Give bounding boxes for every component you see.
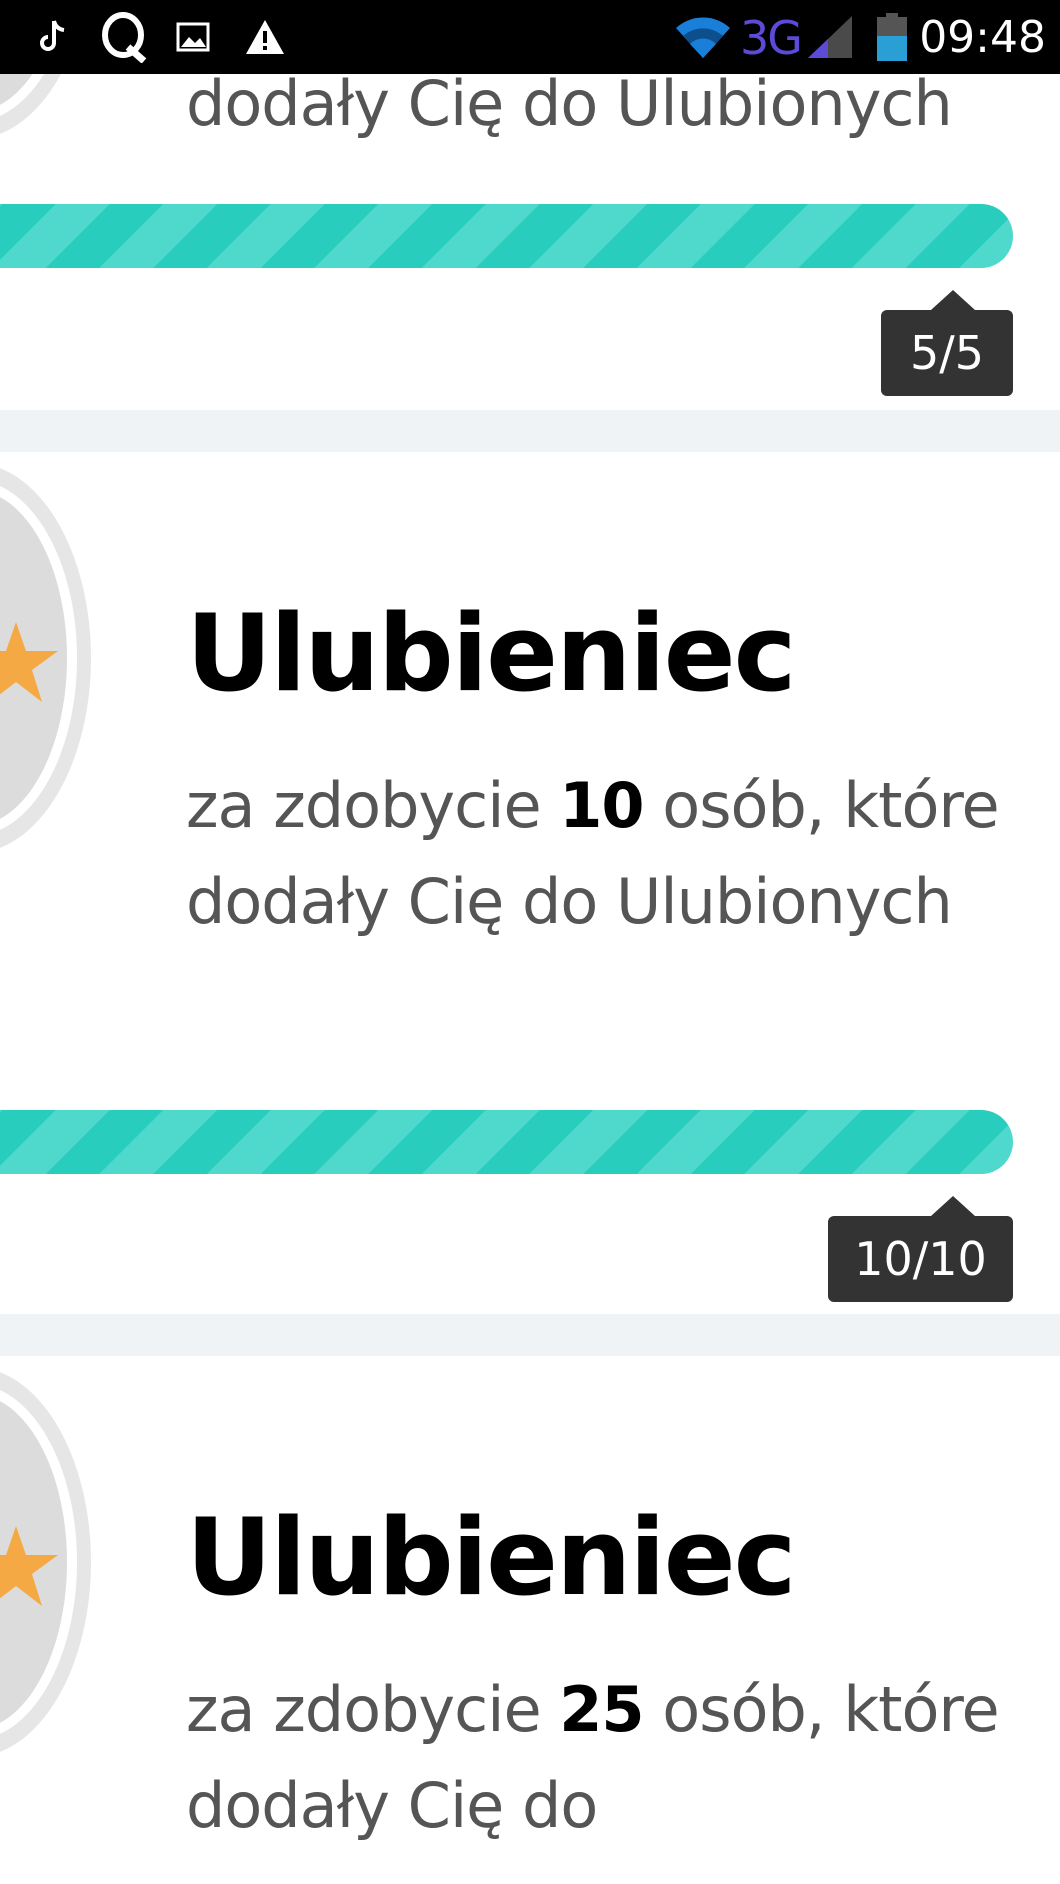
achievement-title: Ulubieniec <box>186 592 796 715</box>
progress-label: 5/5 <box>909 326 985 380</box>
progress-fill <box>0 204 1013 268</box>
achievement-description: za zdobycie 25 osób, które dodały Cię do <box>186 1662 1046 1854</box>
warning-icon <box>244 0 286 74</box>
battery-icon <box>876 0 908 74</box>
q-icon <box>100 0 148 74</box>
achievement-description: dodały Cię do Ulubionych <box>186 74 1046 152</box>
description-prefix: za zdobycie <box>186 769 560 842</box>
wifi-icon <box>674 0 732 74</box>
description-count: 25 <box>559 1673 644 1746</box>
description-count: 10 <box>559 769 644 842</box>
image-icon <box>176 0 210 74</box>
achievement-card: Ulubieniec za zdobycie 10 osób, które do… <box>0 452 1060 1314</box>
star-icon <box>0 1524 60 1612</box>
achievement-title: Ulubieniec <box>186 1496 796 1619</box>
progress-bar <box>0 1110 1013 1174</box>
progress-bar <box>0 204 1013 268</box>
tiktok-icon <box>36 0 70 74</box>
section-divider <box>0 1314 1060 1356</box>
progress-label: 10/10 <box>854 1232 987 1286</box>
signal-icon <box>806 0 854 74</box>
status-bar: 3G 09:48 <box>0 0 1060 74</box>
description-prefix: za zdobycie <box>186 1673 560 1746</box>
description-text: dodały Cię do Ulubionych <box>186 74 953 140</box>
achievement-badge <box>0 74 96 144</box>
clock: 09:48 <box>919 12 1046 63</box>
star-icon <box>0 620 60 708</box>
progress-fill <box>0 1110 1013 1174</box>
progress-tooltip: 5/5 <box>881 290 1013 396</box>
section-divider <box>0 410 1060 452</box>
progress-tooltip: 10/10 <box>828 1196 1013 1302</box>
achievements-page: dodały Cię do Ulubionych 5/5 Ulubieniec … <box>0 74 1060 1884</box>
achievement-card: Ulubieniec za zdobycie 25 osób, które do… <box>0 1356 1060 1884</box>
achievement-description: za zdobycie 10 osób, które dodały Cię do… <box>186 758 1046 950</box>
network-type-label: 3G <box>740 11 803 65</box>
achievement-card: dodały Cię do Ulubionych 5/5 <box>0 74 1060 410</box>
